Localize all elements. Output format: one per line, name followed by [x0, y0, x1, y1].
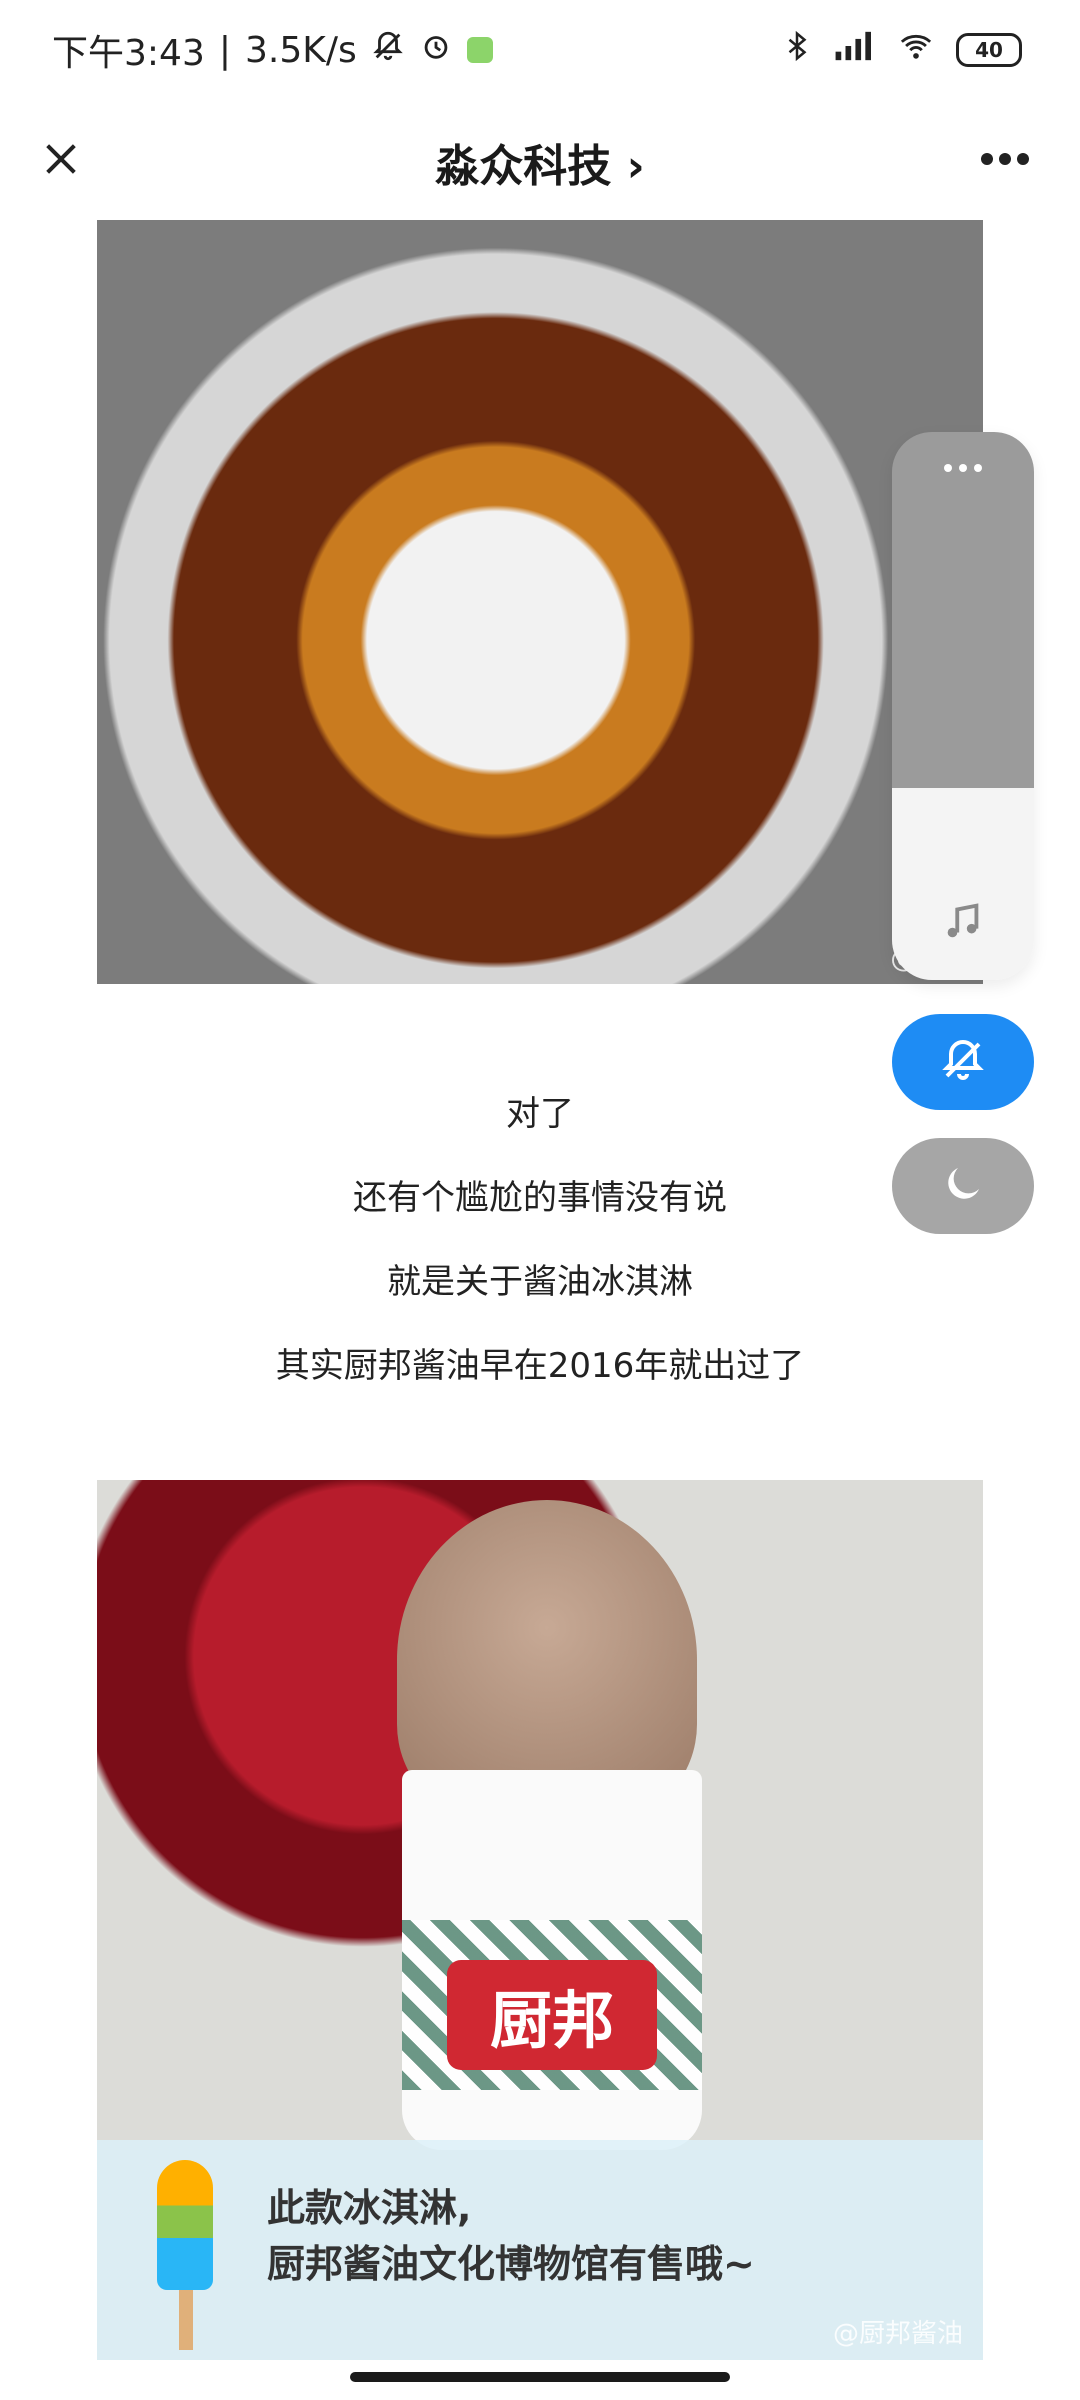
status-left: 下午3:43 | 3.5K/s — [52, 24, 493, 76]
popsicle-icon — [157, 2160, 213, 2290]
image-caption: 此款冰淇淋, 厨邦酱油文化博物馆有售哦~ — [267, 2180, 755, 2292]
wechat-icon — [466, 37, 493, 63]
wifi-icon — [896, 29, 936, 71]
popsicle-stick — [179, 2290, 193, 2350]
bluetooth-icon — [782, 29, 812, 71]
more-dots-icon — [938, 460, 988, 479]
article-line: 其实厨邦酱油早在2016年就出过了 — [275, 1346, 805, 1386]
panel-music-button[interactable] — [892, 898, 1034, 948]
article-image-chili-ice-cream[interactable]: @feic — [97, 220, 983, 984]
mute-bell-icon — [371, 29, 405, 72]
more-button[interactable] — [970, 130, 1040, 190]
account-title-link[interactable]: 淼众科技 › — [0, 130, 1080, 194]
status-speed: 3.5K/s — [244, 29, 357, 71]
image-caption-line: 厨邦酱油文化博物馆有售哦~ — [267, 2242, 755, 2286]
status-separator: | — [218, 29, 231, 71]
image-caption-line: 此款冰淇淋, — [267, 2186, 472, 2230]
battery-icon: 40 — [956, 33, 1022, 67]
alarm-icon — [419, 29, 453, 72]
night-mode-button[interactable] — [892, 1138, 1034, 1234]
ice-cream-cup: 厨邦 — [402, 1770, 702, 2150]
article-line: 就是关于酱油冰淇淋 — [387, 1262, 693, 1302]
bell-mute-icon — [939, 1036, 987, 1088]
signal-icon — [832, 29, 876, 71]
brand-watermark: @厨邦酱油 — [832, 2319, 963, 2349]
status-right: 40 — [782, 24, 1022, 76]
more-icon — [980, 151, 1030, 170]
music-icon — [940, 898, 986, 948]
mute-toggle-button[interactable] — [892, 1014, 1034, 1110]
home-indicator[interactable] — [350, 2372, 730, 2382]
panel-more-button[interactable] — [892, 460, 1034, 479]
brand-logo: 厨邦 — [447, 1960, 657, 2070]
floating-control-panel[interactable] — [892, 432, 1034, 980]
status-bar: 下午3:43 | 3.5K/s 40 — [0, 0, 1080, 100]
nav-bar: 淼众科技 › — [0, 100, 1080, 220]
article-image-soy-ice-cream[interactable]: 厨邦 此款冰淇淋, 厨邦酱油文化博物馆有售哦~ @厨邦酱油 — [97, 1480, 983, 2360]
status-time: 下午3:43 — [52, 33, 205, 74]
moon-icon — [939, 1160, 987, 1212]
